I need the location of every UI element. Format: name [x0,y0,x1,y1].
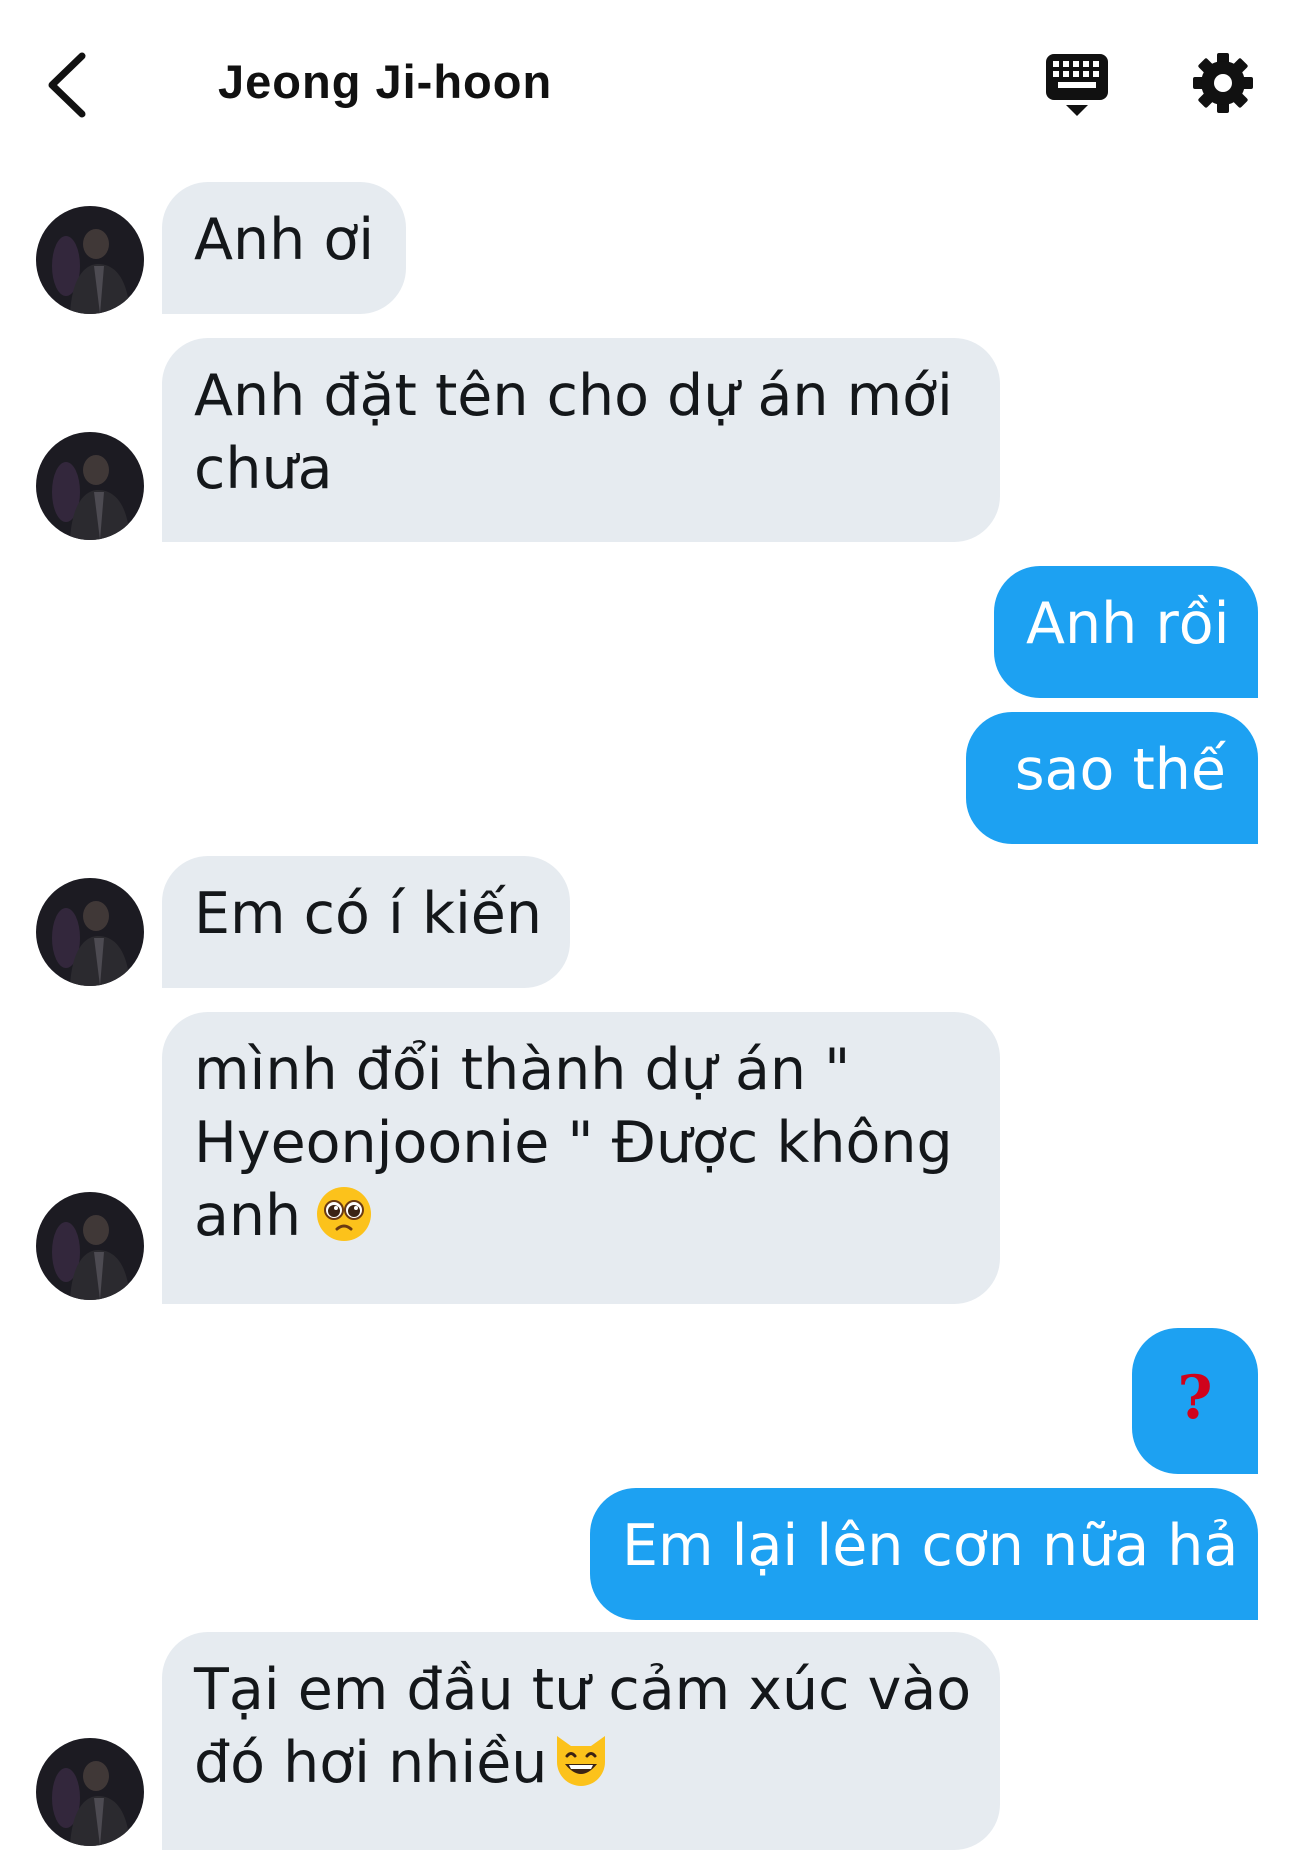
message-text: chưa [194,436,333,502]
avatar-photo [36,206,144,314]
incoming-message[interactable]: Anh đặt tên cho dự án mới chưa [162,338,1000,542]
contact-avatar[interactable] [36,1738,144,1846]
chat-header: Jeong Ji-hoon [0,0,1290,170]
message-text: sao thế [1014,737,1226,803]
avatar-photo [36,1738,144,1846]
pleading-face-emoji [315,1185,373,1261]
message-text: Tại em đầu tư cảm xúc vào [194,1657,972,1723]
keyboard-button[interactable] [1044,52,1110,118]
outgoing-message[interactable]: ? [1132,1328,1258,1474]
incoming-message[interactable]: Anh ơi [162,182,406,314]
avatar-photo [36,878,144,986]
conversation-title[interactable]: Jeong Ji-hoon [218,54,552,109]
message-text: Hyeonjoonie " Được không [194,1110,953,1176]
avatar-photo [36,432,144,540]
message-text: đó hơi nhiều [194,1730,548,1796]
contact-avatar[interactable] [36,878,144,986]
keyboard-icon [1046,54,1108,116]
message-text: Em có í kiến [194,881,542,947]
incoming-message[interactable]: Em có í kiến [162,856,570,988]
outgoing-message[interactable]: Anh rồi [994,566,1258,698]
back-button[interactable] [40,50,100,120]
message-text: ? [1177,1363,1213,1433]
message-text: Anh rồi [1026,591,1230,657]
contact-avatar[interactable] [36,206,144,314]
outgoing-message[interactable]: Em lại lên cơn nữa hả [590,1488,1258,1620]
incoming-message[interactable]: Tại em đầu tư cảm xúc vào đó hơi nhiều [162,1632,1000,1850]
message-text: Anh ơi [194,207,375,273]
gear-icon [1193,53,1253,113]
incoming-message[interactable]: mình đổi thành dự án " Hyeonjoonie " Đượ… [162,1012,1000,1304]
message-line: anh [194,1180,968,1261]
avatar-photo [36,1192,144,1300]
outgoing-message[interactable]: sao thế [966,712,1258,844]
message-text: Em lại lên cơn nữa hả [622,1513,1239,1579]
contact-avatar[interactable] [36,432,144,540]
message-line: đó hơi nhiều [194,1727,968,1808]
message-text: anh [194,1183,302,1249]
contact-avatar[interactable] [36,1192,144,1300]
grinning-cat-emoji [551,1732,611,1808]
chevron-left-icon [48,52,86,118]
settings-button[interactable] [1192,52,1254,114]
message-text: mình đổi thành dự án " [194,1037,851,1103]
message-text: Anh đặt tên cho dự án mới [194,363,953,429]
